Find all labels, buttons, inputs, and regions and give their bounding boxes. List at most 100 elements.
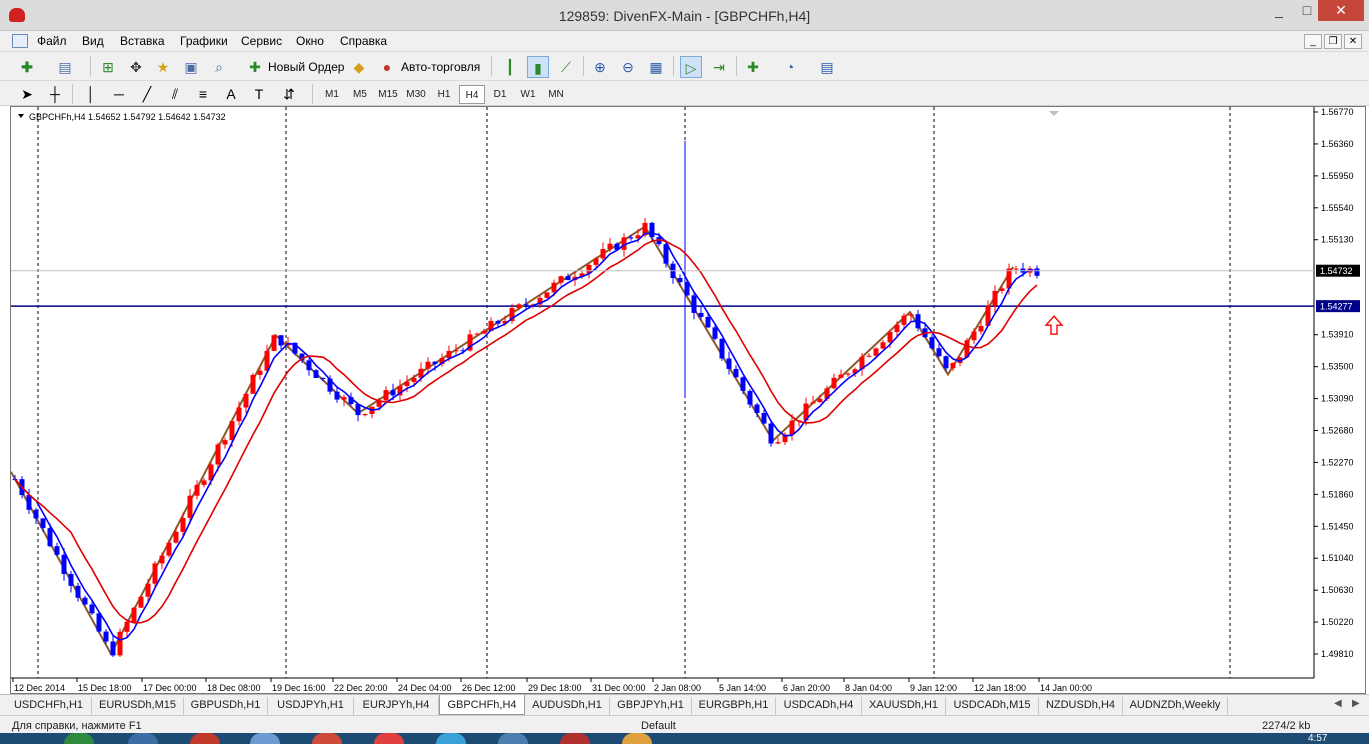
tab-nzdusdh-h4[interactable]: NZDUSDh,H4: [1039, 697, 1123, 715]
equidistant-channel-icon[interactable]: ⫽: [164, 83, 186, 105]
candle-body: [999, 288, 1005, 291]
tab-eurusdh-m15[interactable]: EURUSDh,M15: [92, 697, 184, 715]
taskbar-app-icon[interactable]: [622, 733, 652, 744]
close-button[interactable]: ✕: [1318, 0, 1364, 21]
chart-window[interactable]: 1.56770 1.56360 1.55950 1.55540 1.55130 1.539…: [10, 106, 1366, 694]
taskbar-app-icon[interactable]: [190, 733, 220, 744]
timeframe-m5[interactable]: M5: [347, 85, 373, 104]
candle-body: [138, 596, 144, 608]
menu-tools[interactable]: Сервис: [241, 34, 282, 48]
candle-body: [110, 641, 116, 656]
arrows-icon[interactable]: ⇵: [278, 83, 300, 105]
mdi-close-button[interactable]: ✕: [1344, 34, 1362, 49]
timeframe-m30[interactable]: M30: [403, 85, 429, 104]
candle-body: [761, 412, 767, 424]
candle-body: [40, 518, 46, 529]
cursor-icon[interactable]: ➤: [16, 83, 38, 105]
tab-scroll-right-icon[interactable]: ▶: [1352, 698, 1360, 709]
trendline-icon[interactable]: ╱: [136, 83, 158, 105]
text-icon[interactable]: A: [220, 83, 242, 105]
tile-windows-icon[interactable]: ▦: [645, 56, 667, 78]
profiles-icon[interactable]: ▤: [54, 56, 76, 78]
auto-trading-icon[interactable]: ●: [376, 56, 398, 78]
mdi-restore-button[interactable]: ❐: [1324, 34, 1342, 49]
zoom-out-icon[interactable]: ⊖: [617, 56, 639, 78]
taskbar-app-icon[interactable]: [436, 733, 466, 744]
tab-scroll-left-icon[interactable]: ◀: [1334, 698, 1342, 709]
chart-shift-icon[interactable]: ⇥: [708, 56, 730, 78]
tab-gbpjpyh-h1[interactable]: GBPJPYh,H1: [610, 697, 692, 715]
tab-usdcadh-m15[interactable]: USDCADh,M15: [946, 697, 1039, 715]
fibonacci-icon[interactable]: ≡: [192, 83, 214, 105]
candle-body: [775, 442, 781, 444]
market-watch-icon[interactable]: ⊞: [97, 56, 119, 78]
periods-icon[interactable]: ◔: [779, 56, 801, 78]
tab-gbpusdh-h1[interactable]: GBPUSDh,H1: [184, 697, 268, 715]
taskbar-app-icon[interactable]: [312, 733, 342, 744]
meta-editor-icon[interactable]: ◆: [348, 56, 370, 78]
taskbar-app-icon[interactable]: [128, 733, 158, 744]
candle-body: [691, 295, 697, 313]
indicators-icon[interactable]: ✚: [742, 56, 764, 78]
taskbar-app-icon[interactable]: [374, 733, 404, 744]
zoom-in-icon[interactable]: ⊕: [589, 56, 611, 78]
price-chart[interactable]: 1.56770 1.56360 1.55950 1.55540 1.55130 1.539…: [11, 107, 1365, 693]
candlestick-chart-icon[interactable]: ▮: [527, 56, 549, 78]
toolbar-separator: [736, 56, 737, 76]
terminal-icon[interactable]: ▣: [180, 56, 202, 78]
horizontal-line-icon[interactable]: ─: [108, 83, 130, 105]
menu-help[interactable]: Справка: [340, 34, 387, 48]
taskbar-app-icon[interactable]: [560, 733, 590, 744]
timeframe-m1[interactable]: M1: [319, 85, 345, 104]
tab-audnzdh-weekly[interactable]: AUDNZDh,Weekly: [1123, 697, 1228, 715]
tab-usdchfh-h1[interactable]: USDCHFh,H1: [6, 697, 92, 715]
menu-window[interactable]: Окно: [296, 34, 324, 48]
timeframe-h1[interactable]: H1: [431, 85, 457, 104]
candle-body: [838, 374, 844, 378]
bar-chart-icon[interactable]: ┃: [499, 56, 521, 78]
candle-body: [383, 390, 389, 401]
tab-xauusdh-h1[interactable]: XAUUSDh,H1: [862, 697, 946, 715]
mdi-minimize-button[interactable]: _: [1304, 34, 1322, 49]
strategy-tester-icon[interactable]: ⌕: [208, 56, 230, 78]
menu-file[interactable]: Файл: [37, 34, 67, 48]
line-chart-icon[interactable]: ⟋: [555, 56, 577, 78]
chart-window-icon[interactable]: [12, 34, 28, 48]
menu-insert[interactable]: Вставка: [120, 34, 165, 48]
tab-usdjpyh-h1[interactable]: USDJPYh,H1: [268, 697, 354, 715]
timeframe-w1[interactable]: W1: [515, 85, 541, 104]
taskbar-app-icon[interactable]: [250, 733, 280, 744]
tab-usdcadh-h4[interactable]: USDCADh,H4: [776, 697, 862, 715]
auto-scroll-icon[interactable]: ▷: [680, 56, 702, 78]
navigator-icon[interactable]: ✥: [125, 56, 147, 78]
menu-view[interactable]: Вид: [82, 34, 104, 48]
timeframe-mn[interactable]: MN: [543, 85, 569, 104]
candle-body: [481, 330, 487, 334]
menu-charts[interactable]: Графики: [180, 34, 228, 48]
vertical-line-icon[interactable]: │: [80, 83, 102, 105]
templates-icon[interactable]: ▤: [816, 56, 838, 78]
time-tick-label: 6 Jan 20:00: [783, 683, 830, 693]
timeframe-d1[interactable]: D1: [487, 85, 513, 104]
new-order-icon[interactable]: ✚: [244, 56, 266, 78]
new-order-button[interactable]: Новый Ордер: [268, 60, 344, 74]
timeframe-h4[interactable]: H4: [459, 85, 485, 104]
tab-eurgbph-h1[interactable]: EURGBPh,H1: [692, 697, 776, 715]
auto-trading-button[interactable]: Авто-торговля: [401, 60, 480, 74]
crosshair-icon[interactable]: ┼: [44, 83, 66, 105]
standard-toolbar: ✚ ▤ ⊞ ✥ ★ ▣ ⌕ ✚ Новый Ордер ◆ ● Авто-тор…: [0, 51, 1369, 127]
tab-audusdh-h1[interactable]: AUDUSDh,H1: [525, 697, 610, 715]
candle-body: [54, 546, 60, 555]
candle-body: [943, 356, 949, 369]
favorites-icon[interactable]: ★: [152, 56, 174, 78]
text-label-icon[interactable]: T: [248, 83, 270, 105]
taskbar-app-icon[interactable]: [64, 733, 94, 744]
price-tick-label: 1.53090: [1321, 394, 1354, 404]
tab-eurjpyh-h4[interactable]: EURJPYh,H4: [354, 697, 439, 715]
price-tick-label: 1.51040: [1321, 553, 1354, 563]
timeframe-m15[interactable]: M15: [375, 85, 401, 104]
tab-gbpchfh-h4[interactable]: GBPCHFh,H4: [439, 695, 525, 715]
taskbar-app-icon[interactable]: [498, 733, 528, 744]
new-chart-icon[interactable]: ✚: [16, 56, 38, 78]
price-tick-label: 1.55950: [1321, 171, 1354, 181]
